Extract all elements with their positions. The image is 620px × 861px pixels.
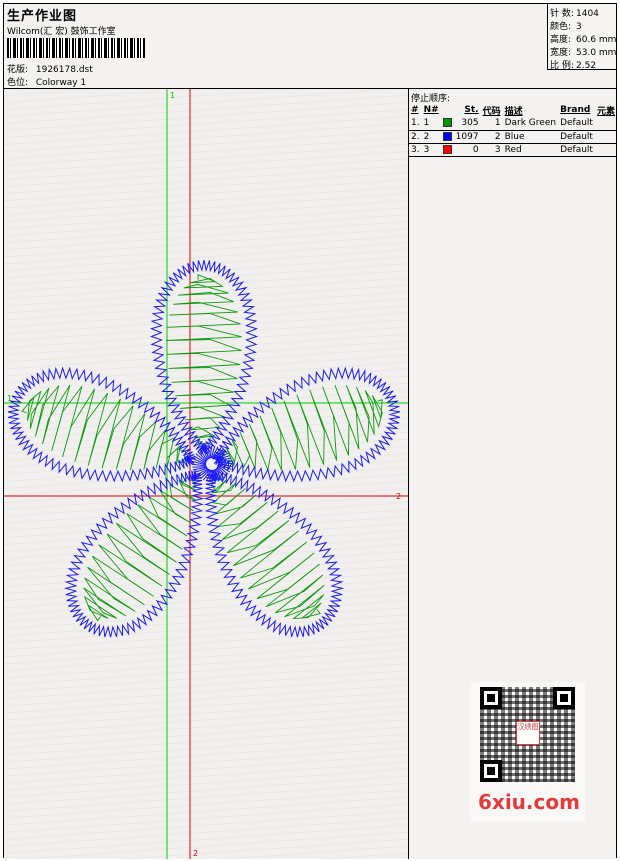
stat-value: 1404 [576,9,599,19]
row-swatch [440,130,454,144]
colorway-value: Colorway 1 [35,78,87,88]
row-description: Red [502,143,559,157]
colorway-label: 色位: [7,78,29,88]
stop-sequence-table: # N# St. 代码 描述 Brand 元素 1. 1 305 1 Dark Gree… [409,103,617,157]
row-brand: Default [558,143,595,157]
design-file-row: 花版: 1926178.dst [7,62,93,75]
design-file-value: 1926178.dst [35,65,93,75]
row-swatch [440,143,454,157]
qr-logo: 汉绣图 [516,721,540,745]
stat-colors: 颜色: 3 [550,19,582,32]
col-header: # [411,105,419,115]
design-stats-panel: 针 数: 1404 颜色: 3 高度: 60.6 mm 宽度: 53.0 mm 比 例:… [547,4,616,71]
embroidery-flower: 1 1 2 2 [4,89,408,859]
row-description: Dark Green [502,117,559,131]
petal-fill-stitches [210,476,325,620]
green-marker-top: 1 [170,91,175,100]
col-header: N# [423,105,439,115]
qr-finder [480,760,502,782]
row-stitches: 305 [453,117,481,131]
row-index: 2. [409,130,422,144]
row-description: Blue [502,130,559,144]
guide-lines: 1 1 2 2 [4,89,408,859]
row-elements [594,130,617,144]
stat-width: 宽度: 53.0 mm [550,45,616,58]
colorway-row: 色位: Colorway 1 [7,75,86,88]
studio-name: Wilcom(汇 宏) 鼓饰工作室 [7,27,116,37]
qr-code: 汉绣图 [480,687,575,782]
stat-label: 颜色: [550,22,572,32]
stat-label: 比 例: [550,61,574,71]
row-brand: Default [558,130,595,144]
stat-value: 60.6 mm [576,35,617,45]
design-file-label: 花版: [7,65,29,75]
stat-label: 高度: [550,35,572,45]
table-header-row: # N# St. 代码 描述 Brand 元素 [409,103,617,117]
row-needle: 3 [421,143,441,157]
table-row: 1. 1 305 1 Dark Green Default [409,117,617,131]
qr-finder [553,687,575,709]
site-watermark: 6xiu.com [478,790,580,814]
row-stitches: 1097 [453,130,481,144]
petal-satin-outline [63,470,205,638]
table-row: 3. 3 0 3 Red Default [409,143,617,157]
row-code: 3 [480,143,503,157]
stat-value: 3 [576,22,582,32]
row-needle: 2 [421,130,441,144]
col-header: 代码 [482,106,501,117]
red-marker-right: 2 [396,492,401,501]
col-header: 描述 [504,106,523,117]
color-swatch [442,131,452,141]
stat-label: 针 数: [550,9,574,19]
table-row: 2. 2 1097 2 Blue Default [409,130,617,144]
design-preview: 1 1 2 2 [4,89,409,859]
row-elements [594,117,617,131]
row-index: 1. [409,117,422,131]
petal-fill-stitches [166,274,242,448]
col-header-swatch [441,103,454,117]
col-header: 元素 [596,106,615,117]
petal-4 [63,470,205,638]
col-header: Brand [560,105,591,115]
stat-height: 高度: 60.6 mm [550,32,616,45]
production-sheet: 生产作业图 Wilcom(汇 宏) 鼓饰工作室 花版: 1926178.dst … [3,3,617,859]
sheet-header: 生产作业图 Wilcom(汇 宏) 鼓饰工作室 花版: 1926178.dst … [4,4,616,89]
row-code: 1 [480,117,503,131]
petal-fill-stitches [83,475,198,622]
row-swatch [440,117,454,131]
stat-value: 53.0 mm [576,48,617,58]
petal-satin-outline [7,366,196,483]
row-code: 2 [480,130,503,144]
stat-stitches: 针 数: 1404 [550,6,599,19]
row-needle: 1 [421,117,441,131]
color-swatch [442,144,452,154]
red-marker-bottom: 2 [193,849,198,858]
row-stitches: 0 [453,143,481,157]
stat-label: 宽度: [550,48,572,58]
stop-sequence-panel: 停止顺序: # N# St. 代码 描述 Brand 元素 1. 1 305 1 Dar… [409,89,617,859]
stat-scale: 比 例: 2.52 [550,58,596,71]
row-brand: Default [558,117,595,131]
row-elements [594,143,617,157]
qr-watermark: 汉绣图 6xiu.com [470,682,585,822]
color-swatch [442,118,452,128]
row-index: 3. [409,143,422,157]
stat-value: 2.52 [576,61,597,71]
col-header: St. [464,105,479,115]
petal-5 [7,366,196,483]
barcode [7,38,145,58]
page-title: 生产作业图 [7,9,78,24]
qr-finder [480,687,502,709]
